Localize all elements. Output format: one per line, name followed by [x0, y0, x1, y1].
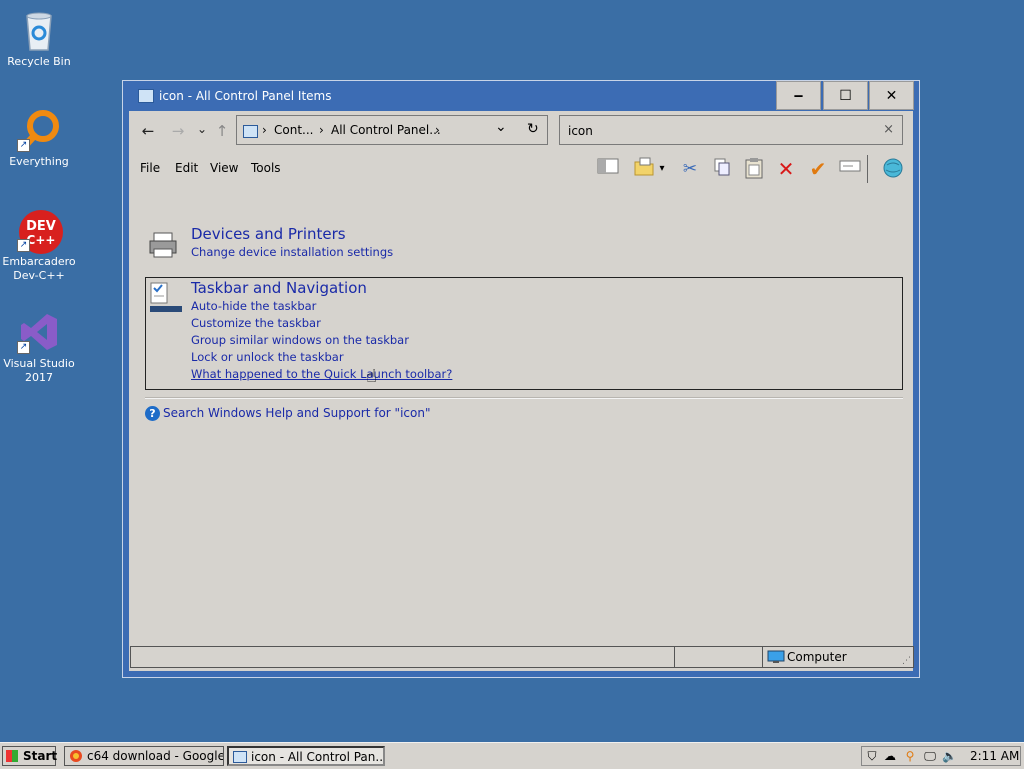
maximize-button[interactable]: ☐: [823, 81, 868, 110]
clear-search-button[interactable]: ×: [883, 122, 894, 137]
volume-icon[interactable]: 🔈: [942, 749, 957, 763]
taskbar: Start c64 download - Google Se... icon -…: [0, 742, 1024, 769]
taskbar-item-chrome[interactable]: c64 download - Google Se...: [64, 746, 224, 766]
chevron-down-icon[interactable]: ▾: [655, 157, 669, 181]
shortcut-arrow-icon: ↗: [17, 341, 30, 354]
menu-file[interactable]: File: [140, 161, 160, 175]
control-panel-icon: [138, 89, 154, 103]
desktop-icon-visual-studio[interactable]: ↗ Visual Studio 2017: [1, 310, 77, 385]
browser-icon: [69, 749, 83, 763]
back-button[interactable]: ←: [137, 120, 159, 142]
desktop-icon-recycle-bin[interactable]: Recycle Bin: [1, 8, 77, 69]
help-search-label[interactable]: Search Windows Help and Support for "ico…: [163, 406, 430, 420]
breadcrumb-separator[interactable]: ›: [435, 123, 440, 137]
control-panel-window: icon - All Control Panel Items ‒ ☐ ✕ ← →…: [122, 80, 920, 678]
up-button[interactable]: ↑: [211, 120, 233, 142]
search-input[interactable]: [566, 121, 870, 141]
desktop-icon-everything[interactable]: ↗ Everything: [1, 108, 77, 169]
computer-icon: [767, 650, 785, 667]
status-bar: Computer ⋰: [130, 646, 914, 668]
start-label: Start: [23, 749, 58, 763]
taskbar-item-label: c64 download - Google Se...: [87, 749, 224, 763]
title-bar[interactable]: icon - All Control Panel Items ‒ ☐ ✕: [123, 81, 919, 111]
recycle-bin-icon: [17, 8, 61, 52]
desktop-icon-label: Everything: [9, 155, 69, 168]
cut-icon[interactable]: ✂: [678, 157, 702, 181]
search-box[interactable]: ×: [559, 115, 903, 145]
address-bar[interactable]: › Cont... › All Control Panel... › ⌄ ↻: [236, 115, 548, 145]
everything-icon: ↗: [17, 108, 61, 152]
window-client: ← → ⌄ ↑ › Cont... › All Control Panel...…: [129, 111, 914, 671]
customize-taskbar-link[interactable]: Customize the taskbar: [191, 316, 321, 330]
help-search-link[interactable]: ? Search Windows Help and Support for "ic…: [145, 406, 430, 421]
window-title: icon - All Control Panel Items: [159, 89, 332, 103]
delete-icon[interactable]: ✕: [774, 157, 798, 181]
devices-and-printers-link[interactable]: Devices and Printers: [191, 225, 346, 243]
folder-icon[interactable]: [632, 157, 656, 181]
menu-edit[interactable]: Edit: [175, 161, 198, 175]
network-icon[interactable]: ☁: [883, 749, 897, 763]
taskbar-settings-icon: [149, 282, 183, 317]
shield-icon[interactable]: ⛉: [865, 749, 879, 763]
visual-studio-icon: ↗: [17, 310, 61, 354]
status-cell: [675, 647, 763, 667]
rename-icon[interactable]: [838, 157, 862, 181]
breadcrumb-control-panel[interactable]: Cont...: [274, 123, 313, 137]
check-icon[interactable]: ✔: [806, 157, 830, 181]
taskbar-and-navigation-group: Taskbar and Navigation Auto-hide the tas…: [145, 277, 903, 390]
copy-icon[interactable]: [710, 157, 734, 181]
desktop-icon-label: Visual Studio 2017: [3, 357, 75, 384]
control-panel-icon: [243, 125, 258, 138]
breadcrumb-separator[interactable]: ›: [319, 123, 324, 137]
pane-icon[interactable]: [596, 157, 620, 181]
shortcut-arrow-icon: ↗: [17, 139, 30, 152]
desktop-icon-devcpp[interactable]: DEV C++ ↗ Embarcadero Dev-C++: [1, 208, 77, 283]
paste-icon[interactable]: [742, 157, 766, 181]
group-similar-windows-link[interactable]: Group similar windows on the taskbar: [191, 333, 409, 347]
breadcrumb-separator[interactable]: ›: [262, 123, 267, 137]
printer-icon: [148, 231, 180, 264]
devcpp-icon: DEV C++ ↗: [17, 208, 63, 254]
help-icon: ?: [145, 406, 160, 421]
refresh-button[interactable]: ↻: [527, 121, 539, 137]
close-button[interactable]: ✕: [869, 81, 914, 110]
desktop-icon-label: Embarcadero Dev-C++: [2, 255, 76, 282]
lock-taskbar-link[interactable]: Lock or unlock the taskbar: [191, 350, 344, 364]
taskbar-and-navigation-link[interactable]: Taskbar and Navigation: [191, 279, 367, 297]
start-button[interactable]: Start: [2, 746, 58, 766]
hand-cursor-icon: ☝: [366, 366, 377, 387]
taskbar-item-control-panel[interactable]: icon - All Control Pan...: [227, 746, 385, 766]
auto-hide-taskbar-link[interactable]: Auto-hide the taskbar: [191, 299, 316, 313]
control-panel-icon: [233, 750, 247, 764]
divider: [145, 397, 903, 399]
forward-button[interactable]: →: [167, 120, 189, 142]
globe-icon[interactable]: [881, 157, 905, 181]
menu-tools[interactable]: Tools: [251, 161, 281, 175]
resize-grip-icon[interactable]: ⋰: [902, 656, 911, 666]
desktop-icon-label: Recycle Bin: [7, 55, 71, 68]
svg-text:C++: C++: [27, 233, 56, 247]
toolbar-divider: [867, 155, 868, 183]
shortcut-arrow-icon: ↗: [17, 239, 30, 252]
windows-logo-icon: [6, 750, 18, 762]
search-icon[interactable]: ⚲: [903, 749, 917, 763]
breadcrumb-all-items[interactable]: All Control Panel...: [331, 123, 441, 137]
status-location: Computer: [787, 650, 847, 664]
clock[interactable]: 2:11 AM: [970, 749, 1019, 763]
system-tray: ⛉ ☁ ⚲ 🖵 🔈 2:11 AM: [861, 746, 1021, 766]
display-icon[interactable]: 🖵: [923, 749, 937, 763]
recent-locations-button[interactable]: ⌄: [191, 118, 213, 140]
devices-and-printers-group: Devices and Printers Change device insta…: [145, 225, 905, 277]
status-cell: [131, 647, 675, 667]
svg-text:DEV: DEV: [26, 219, 56, 234]
menu-view[interactable]: View: [210, 161, 238, 175]
device-installation-settings-link[interactable]: Change device installation settings: [191, 245, 393, 259]
minimize-button[interactable]: ‒: [776, 81, 821, 110]
taskbar-item-label: icon - All Control Pan...: [251, 750, 385, 764]
quick-launch-link[interactable]: What happened to the Quick Launch toolba…: [191, 367, 452, 381]
address-dropdown-button[interactable]: ⌄: [495, 119, 507, 135]
